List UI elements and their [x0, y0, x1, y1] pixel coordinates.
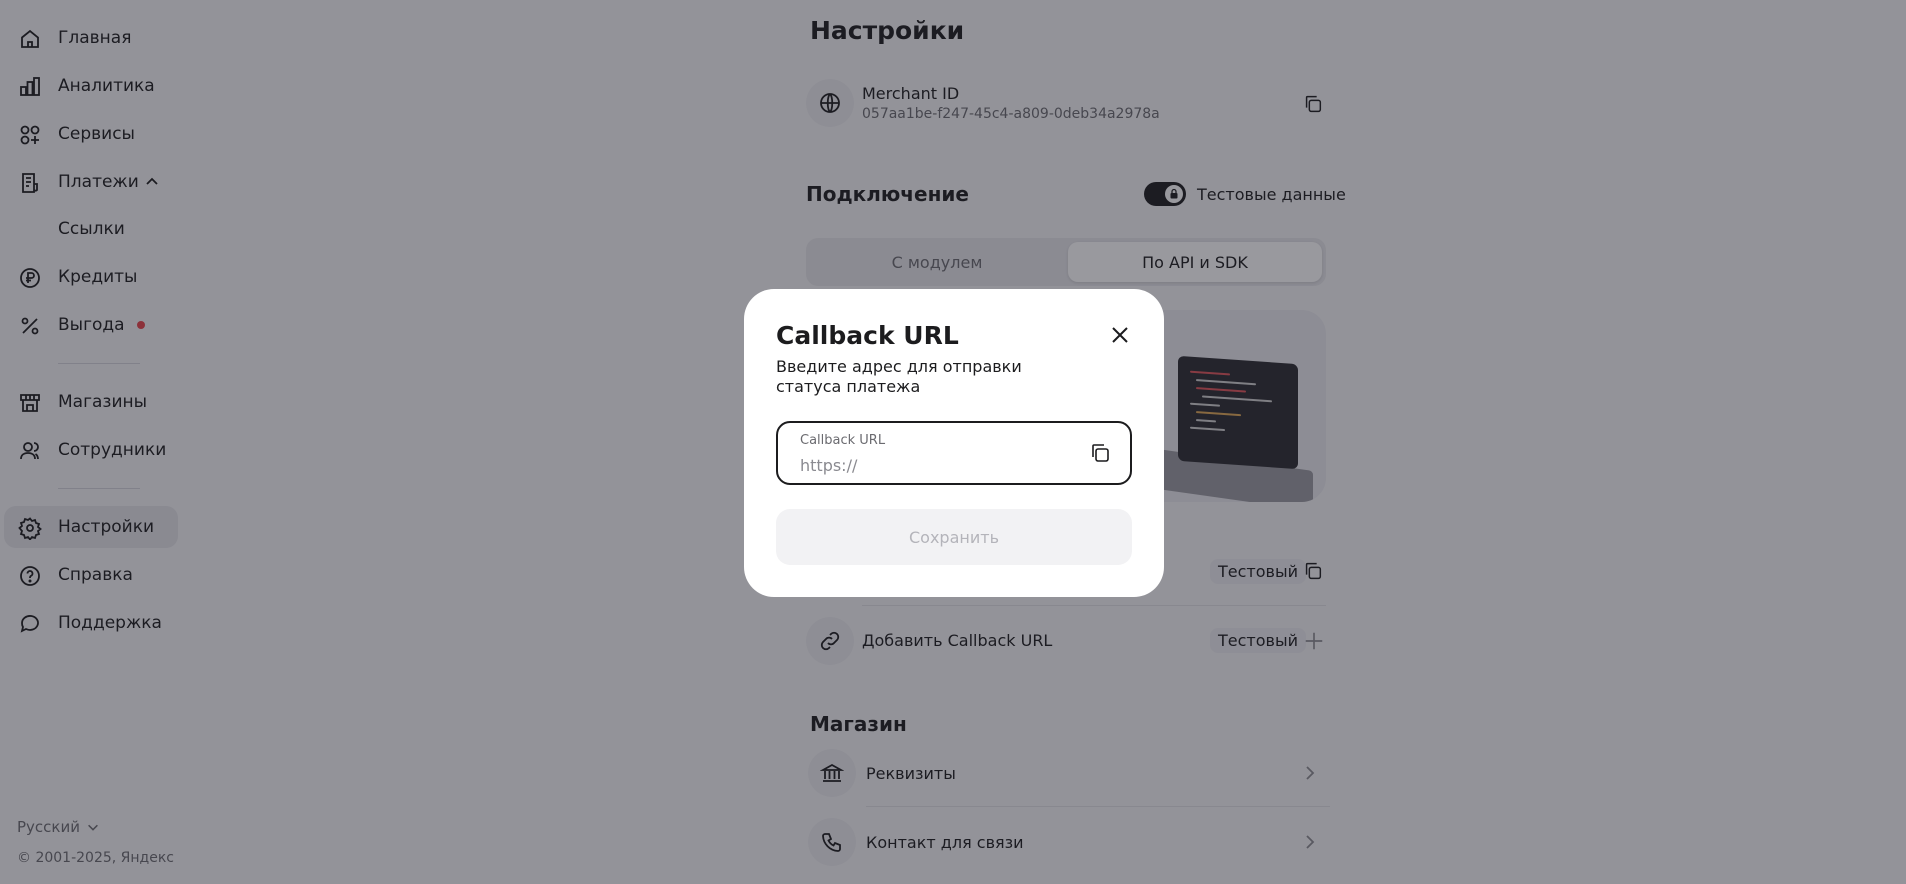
copy-icon[interactable] [1088, 441, 1112, 465]
modal-title: Callback URL [776, 321, 959, 350]
field-label: Callback URL [800, 433, 886, 448]
modal-description: Введите адрес для отправки статуса плате… [776, 357, 1022, 396]
callback-url-modal: Callback URL Введите адрес для отправки … [744, 289, 1164, 597]
callback-url-field[interactable]: Callback URL [776, 421, 1132, 485]
close-icon[interactable] [1108, 323, 1132, 347]
callback-url-input[interactable] [800, 453, 1070, 477]
save-button[interactable]: Сохранить [776, 509, 1132, 565]
